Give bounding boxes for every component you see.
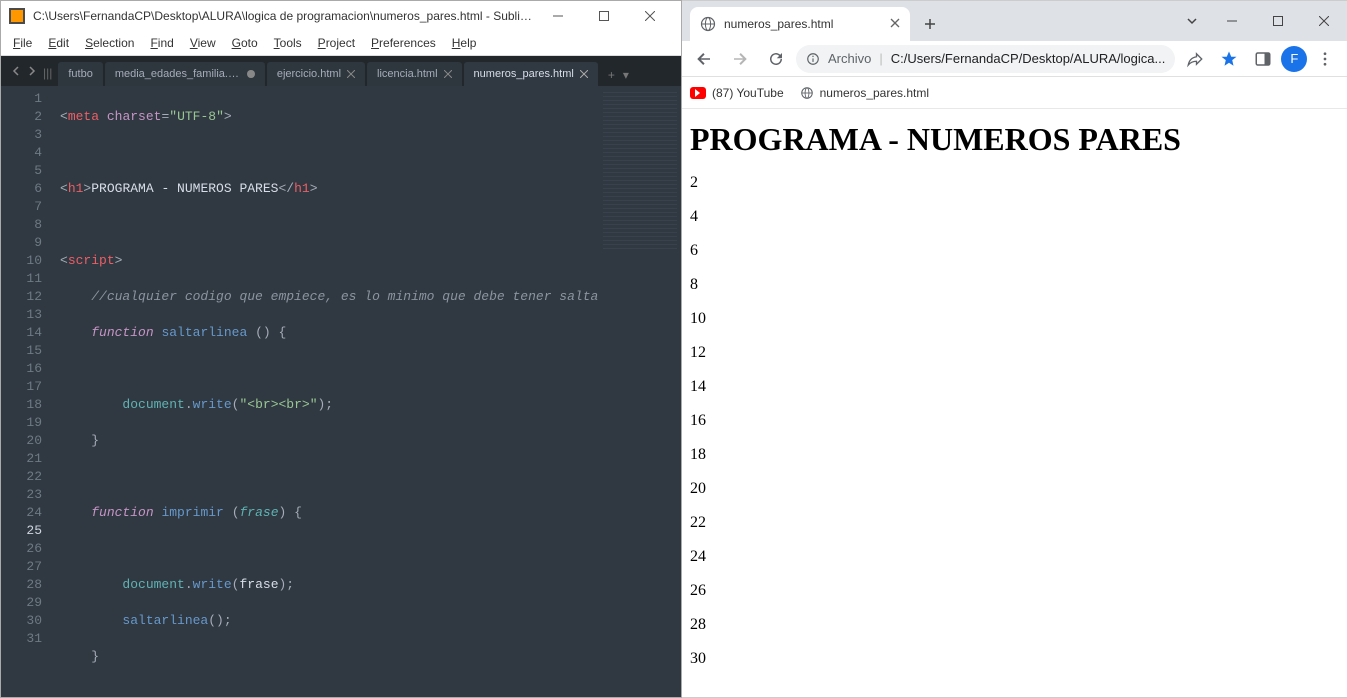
- output-line: 18: [690, 446, 1339, 464]
- new-tab-button[interactable]: +: [600, 68, 623, 86]
- reload-button[interactable]: [760, 43, 792, 75]
- output-line: 14: [690, 378, 1339, 396]
- tab-licencia[interactable]: licencia.html: [367, 62, 462, 86]
- close-tab-icon[interactable]: [890, 17, 900, 31]
- output-line: 6: [690, 242, 1339, 260]
- new-tab-button[interactable]: [916, 10, 944, 38]
- browser-tab[interactable]: numeros_pares.html: [690, 7, 910, 41]
- close-tab-icon[interactable]: [580, 70, 588, 78]
- back-button[interactable]: [688, 43, 720, 75]
- close-button[interactable]: [627, 1, 673, 31]
- output-line: 24: [690, 548, 1339, 566]
- output-line: 2: [690, 174, 1339, 192]
- output-line: 12: [690, 344, 1339, 362]
- globe-icon: [800, 86, 814, 100]
- address-bar[interactable]: Archivo | C:/Users/FernandaCP/Desktop/AL…: [796, 45, 1175, 73]
- line-number-gutter[interactable]: 1234567891011121314151617181920212223242…: [1, 86, 56, 697]
- youtube-icon: [690, 87, 706, 99]
- minimize-button[interactable]: [1209, 4, 1255, 38]
- sublime-titlebar[interactable]: C:\Users\FernandaCP\Desktop\ALURA\logica…: [1, 1, 681, 31]
- bookmark-star-icon[interactable]: [1213, 43, 1245, 75]
- menu-file[interactable]: File: [5, 33, 40, 53]
- share-icon[interactable]: [1179, 43, 1211, 75]
- menu-goto[interactable]: Goto: [224, 33, 266, 53]
- menu-view[interactable]: View: [182, 33, 224, 53]
- menu-find[interactable]: Find: [142, 33, 181, 53]
- forward-button[interactable]: [724, 43, 756, 75]
- sublime-menubar: File Edit Selection Find View Goto Tools…: [1, 31, 681, 56]
- page-content: PROGRAMA - NUMEROS PARES 2 4 6 8 10 12 1…: [682, 109, 1347, 697]
- page-heading: PROGRAMA - NUMEROS PARES: [690, 121, 1339, 158]
- browser-tab-title: numeros_pares.html: [724, 17, 833, 31]
- editor-body: 1234567891011121314151617181920212223242…: [1, 86, 681, 697]
- menu-tools[interactable]: Tools: [266, 33, 310, 53]
- bookmark-youtube[interactable]: (87) YouTube: [690, 86, 784, 100]
- chrome-window-controls: [1175, 1, 1347, 41]
- chrome-tabstrip: numeros_pares.html: [682, 1, 1347, 41]
- url-scheme-label: Archivo: [828, 51, 871, 66]
- tab-futbo[interactable]: futbo: [58, 62, 102, 86]
- output-line: 22: [690, 514, 1339, 532]
- side-panel-icon[interactable]: [1247, 43, 1279, 75]
- output-line: 16: [690, 412, 1339, 430]
- output-line: 10: [690, 310, 1339, 328]
- output-line: 28: [690, 616, 1339, 634]
- maximize-button[interactable]: [581, 1, 627, 31]
- menu-dots-icon[interactable]: [1309, 43, 1341, 75]
- maximize-button[interactable]: [1255, 4, 1301, 38]
- output-line: 8: [690, 276, 1339, 294]
- url-text: C:/Users/FernandaCP/Desktop/ALURA/logica…: [891, 51, 1166, 66]
- profile-avatar[interactable]: F: [1281, 46, 1307, 72]
- minimize-button[interactable]: [535, 1, 581, 31]
- tab-nav-icons: |||: [5, 66, 58, 86]
- chrome-window: numeros_pares.html Archivo | C:/Users/Fe…: [682, 0, 1347, 698]
- tab-media-edades[interactable]: media_edades_familia.html: [105, 62, 265, 86]
- tab-next-icon[interactable]: [27, 66, 37, 76]
- bookmarks-bar: (87) YouTube numeros_pares.html: [682, 77, 1347, 109]
- code-area[interactable]: <meta charset="UTF-8"> <h1>PROGRAMA - NU…: [56, 86, 599, 697]
- info-icon: [806, 52, 820, 66]
- sublime-window: C:\Users\FernandaCP\Desktop\ALURA\logica…: [0, 0, 682, 698]
- globe-icon: [700, 16, 716, 32]
- tab-prev-icon[interactable]: [11, 66, 21, 76]
- menu-selection[interactable]: Selection: [77, 33, 142, 53]
- minimap[interactable]: [599, 86, 681, 697]
- modified-dot-icon: [247, 70, 255, 78]
- tab-dropdown-icon[interactable]: ▾: [623, 68, 635, 86]
- tab-numeros-pares[interactable]: numeros_pares.html: [464, 62, 598, 86]
- chevron-down-icon[interactable]: [1175, 4, 1209, 38]
- output-line: 20: [690, 480, 1339, 498]
- sublime-tabs: ||| futbo media_edades_familia.html ejer…: [1, 56, 681, 86]
- sublime-app-icon: [9, 8, 25, 24]
- browser-toolbar: Archivo | C:/Users/FernandaCP/Desktop/AL…: [682, 41, 1347, 77]
- menu-project[interactable]: Project: [310, 33, 363, 53]
- close-button[interactable]: [1301, 4, 1347, 38]
- menu-help[interactable]: Help: [444, 33, 485, 53]
- output-line: 30: [690, 650, 1339, 668]
- menu-preferences[interactable]: Preferences: [363, 33, 444, 53]
- menu-edit[interactable]: Edit: [40, 33, 77, 53]
- tab-ejercicio[interactable]: ejercicio.html: [267, 62, 365, 86]
- bookmark-numeros-pares[interactable]: numeros_pares.html: [800, 86, 929, 100]
- sublime-title-text: C:\Users\FernandaCP\Desktop\ALURA\logica…: [33, 9, 535, 23]
- output-line: 26: [690, 582, 1339, 600]
- output-line: 4: [690, 208, 1339, 226]
- close-tab-icon[interactable]: [347, 70, 355, 78]
- close-tab-icon[interactable]: [444, 70, 452, 78]
- toolbar-actions: F: [1179, 43, 1341, 75]
- tab-nav-divider: |||: [43, 66, 52, 80]
